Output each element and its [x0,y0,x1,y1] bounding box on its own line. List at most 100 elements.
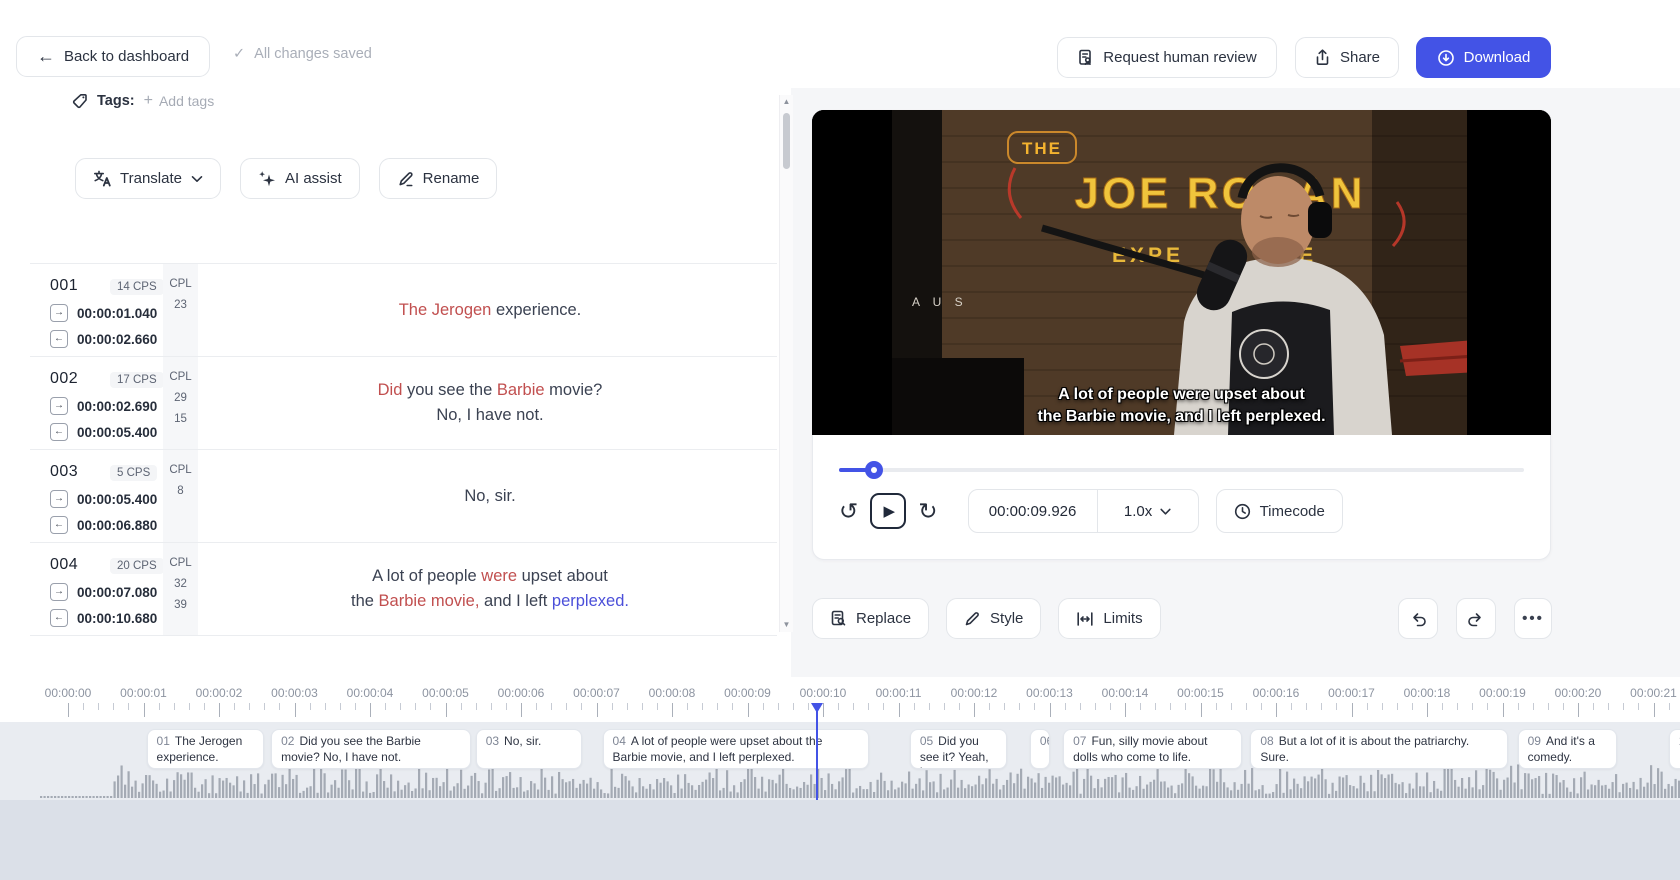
translate-button[interactable]: Translate [75,158,221,199]
subtitle-text[interactable]: Did you see the Barbie movie? No, I have … [215,357,765,449]
ruler-tick [581,703,583,710]
start-time-field[interactable]: → 00:00:01.040 [50,304,157,322]
time-out-icon: ← [50,609,68,627]
rename-button[interactable]: Rename [378,158,498,199]
forward-icon[interactable]: ↻ [918,499,937,523]
timeline-segment[interactable]: 04 A lot of people were upset about the B… [602,729,870,769]
current-time-field[interactable]: 00:00:09.926 [969,490,1097,532]
time-in-icon: → [50,583,68,601]
ruler-tick [385,703,387,710]
ruler-tick [521,703,522,717]
ruler-tick [1411,703,1413,710]
timeline-segment[interactable]: 01 The Jerogen experience. [146,729,264,769]
time-out-icon: ← [50,330,68,348]
timeline-segment[interactable]: 09 And it's a comedy. [1517,729,1617,769]
ruler-tick [264,703,266,710]
slider-track[interactable] [839,468,1524,472]
add-tags-button[interactable]: + Add tags [144,92,215,110]
timeline-segment[interactable]: 10 [1668,729,1680,769]
start-time-field[interactable]: → 00:00:02.690 [50,397,157,415]
timeline-segment[interactable]: 07 Fun, silly movie about dolls who come … [1063,729,1243,769]
segment-number: 09 [1527,734,1541,748]
play-button[interactable]: ▶ [870,493,907,529]
segment-text: Did you see the Barbie movie? No, I have… [281,734,421,764]
ruler-tick [566,703,568,710]
replace-button[interactable]: Replace [812,598,930,639]
ruler-tick [898,703,900,717]
segment-number: 03 [485,734,500,748]
end-time-field[interactable]: ← 00:00:05.400 [50,423,157,441]
ruler-tick [1306,703,1308,710]
video-progress-slider[interactable] [839,461,1524,479]
subtitle-text[interactable]: No, sir. [215,450,765,542]
subtitle-text-line: No, sir. [464,486,516,505]
timeline-segment[interactable]: 02 Did you see the Barbie movie? No, I ha… [271,729,471,769]
download-button[interactable]: Download [1416,37,1551,78]
subtitle-row[interactable]: 001 14 CPS CPL 23 → 00:00:01.040 ← 00:00:02.660… [30,264,777,357]
ruler-tick [1562,703,1564,710]
ruler-time-label: 00:00:08 [648,686,696,700]
ruler-tick [1381,703,1383,710]
subtitle-row[interactable]: 004 20 CPS CPL 32 39 → 00:00:07.080 ← 00:00:10.6… [30,543,777,636]
video-viewport[interactable]: A U S THE JOE ROGAN EXPE CE [812,110,1551,435]
back-to-dashboard-button[interactable]: ← Back to dashboard [16,36,210,77]
list-scrollbar[interactable]: ▲ ▼ [779,95,793,632]
cpl-column: CPL 23 [163,264,198,356]
subtitle-number: 002 [50,370,79,387]
slider-handle[interactable] [864,461,883,479]
speed-value: 1.0x [1123,502,1153,520]
playhead[interactable] [811,703,824,800]
timeline-segment[interactable]: 06 [1029,729,1050,769]
ruler-tick [1517,703,1519,710]
timeline-segment[interactable]: 05Did you see it? Yeah, it [909,729,1007,769]
ruler-time-label: 00:00:00 [44,686,92,700]
ruler-tick [1049,703,1051,717]
playback-speed-select[interactable]: 1.0x [1096,490,1198,532]
cpl-column: CPL 29 15 [163,357,198,449]
style-button[interactable]: Style [946,598,1042,639]
end-time-field[interactable]: ← 00:00:10.680 [50,609,157,627]
ruler-time-label: 00:00:19 [1479,686,1526,700]
ruler-time-label: 00:00:03 [271,686,318,700]
redo-button[interactable] [1456,598,1496,639]
limits-button[interactable]: Limits [1058,598,1161,639]
end-time: 00:00:05.400 [77,424,158,440]
end-time-field[interactable]: ← 00:00:02.660 [50,330,157,348]
request-human-review-button[interactable]: Request human review [1057,37,1277,78]
scrollbar-thumb[interactable] [783,113,790,169]
time-speed-group: 00:00:09.926 1.0x [967,489,1199,533]
time-out-icon: ← [50,423,68,441]
subtitle-text[interactable]: A lot of people were upset about the Barb… [215,543,765,635]
ruler-tick [1230,703,1232,710]
start-time-field[interactable]: → 00:00:07.080 [50,583,157,601]
ruler-tick [702,703,704,710]
timeline-segment[interactable]: 03 No, sir. [475,729,583,769]
ruler-time-label: 00:00:09 [724,686,771,700]
start-time-field[interactable]: → 00:00:05.400 [50,490,157,508]
share-button[interactable]: Share [1295,37,1399,78]
timecode-button[interactable]: Timecode [1215,489,1343,533]
back-label: Back to dashboard [63,48,190,65]
scrollbar-down-arrow[interactable]: ▼ [780,618,793,632]
undo-button[interactable] [1398,598,1438,639]
ruler-tick [1291,703,1293,710]
ai-assist-button[interactable]: AI assist [239,158,360,199]
replace-label: Replace [856,610,912,627]
start-time: 00:00:05.400 [77,491,158,507]
ruler-time-label: 00:00:02 [195,686,243,700]
timeline-segment[interactable]: 08 But a lot of it is about the patriarch… [1250,729,1509,769]
rewind-icon[interactable]: ↺ [839,499,858,523]
end-time: 00:00:10.680 [77,610,158,626]
subtitle-row[interactable]: 003 5 CPS CPL 8 → 00:00:05.400 ← 00:00:06.880 No… [30,450,777,543]
cpl-value: 39 [174,599,187,611]
ruler-time-label: 00:00:21 [1630,686,1677,700]
more-options-button[interactable]: ••• [1514,598,1552,639]
subtitle-text-line: the Barbie movie, and I left perplexed. [351,592,629,610]
subtitle-text[interactable]: The Jerogen experience. [215,264,765,356]
subtitle-row[interactable]: 002 17 CPS CPL 29 15 → 00:00:02.690 ← 00:00:05.4… [30,357,777,450]
segment-text: But a lot of it is about the patriarchy.… [1260,734,1470,764]
end-time-field[interactable]: ← 00:00:06.880 [50,516,157,534]
scrollbar-up-arrow[interactable]: ▲ [780,95,793,109]
neon-sign-the: THE [1022,139,1062,158]
ruler-tick [1276,703,1277,717]
